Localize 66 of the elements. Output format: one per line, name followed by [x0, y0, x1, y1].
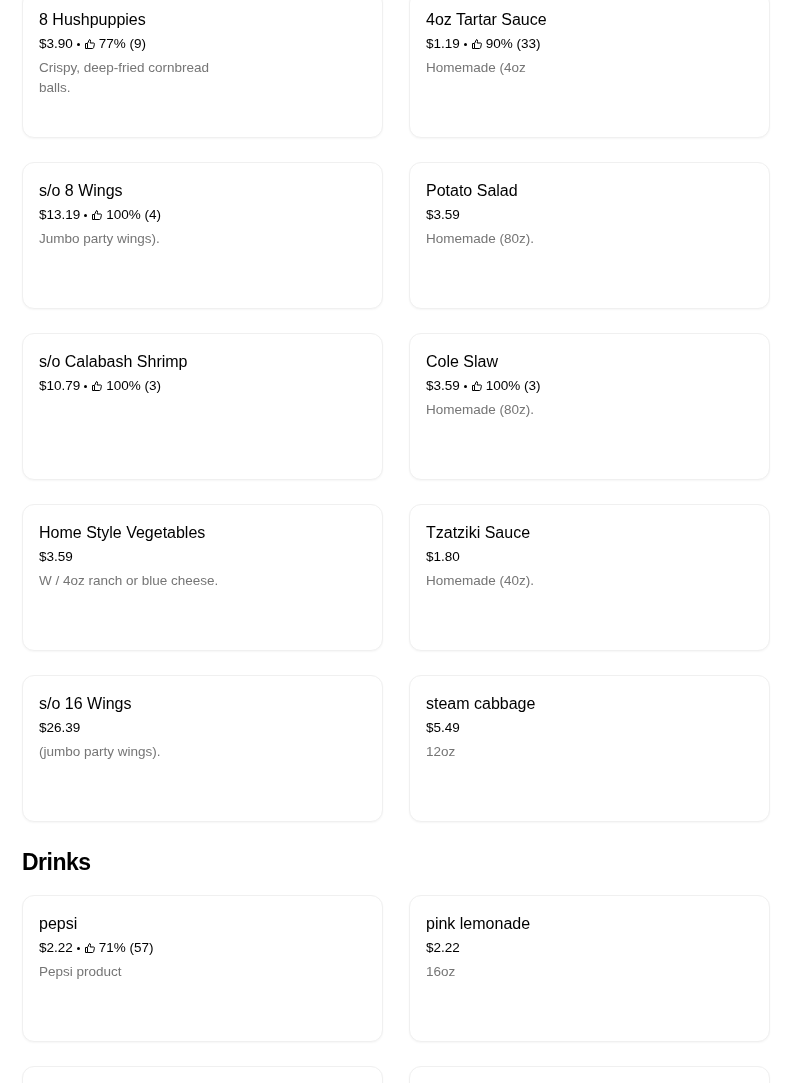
item-price: $1.19 — [426, 35, 460, 53]
item-name: 4oz Tartar Sauce — [426, 10, 548, 30]
item-name: Potato Salad — [426, 181, 519, 201]
thumbs-up-icon — [91, 209, 104, 221]
item-name: Tzatziki Sauce — [426, 523, 532, 543]
item-description: Homemade (40z). — [426, 572, 536, 590]
item-name: pepsi — [39, 914, 79, 934]
item-rating: 100% (3) — [106, 377, 162, 395]
menu-item-card[interactable]: pepsi $2.22 71% (57) Pepsi product — [22, 895, 383, 1042]
item-price: $26.39 — [39, 719, 81, 737]
menu-item-card[interactable]: Home Style Vegetables $3.59 W / 4oz ranch or blue cheese. — [22, 504, 383, 651]
thumbs-up-icon — [470, 380, 483, 392]
item-rating: 100% (3) — [485, 377, 541, 395]
thumbs-up-icon — [83, 942, 96, 954]
item-price: $2.22 — [426, 939, 460, 957]
item-price: $13.19 — [39, 206, 81, 224]
menu-item-card[interactable]: s/o Calabash Shrimp $10.79 100% (3) — [22, 333, 383, 480]
item-price: $5.49 — [426, 719, 460, 737]
item-price: $2.22 — [39, 939, 73, 957]
item-description: Homemade (80z). — [426, 401, 536, 419]
menu-item-card[interactable]: s/o 8 Wings $13.19 100% (4) Jumbo party wings). — [22, 162, 383, 309]
item-price: $10.79 — [39, 377, 81, 395]
menu-item-card[interactable]: steam cabbage $5.49 12oz — [409, 675, 770, 822]
item-description: Jumbo party wings). — [39, 230, 161, 248]
thumbs-up-icon — [91, 380, 104, 392]
item-description: 16oz — [426, 963, 457, 981]
item-description: 12oz — [426, 743, 457, 761]
menu-item-card[interactable]: 4oz Tartar Sauce $1.19 90% (33) Homemade (4oz — [409, 0, 770, 138]
separator-dot — [76, 946, 80, 950]
item-name: Cole Slaw — [426, 352, 500, 372]
item-name: s/o 8 Wings — [39, 181, 124, 201]
item-name: s/o 16 Wings — [39, 694, 133, 714]
item-description: W / 4oz ranch or blue cheese. — [39, 572, 220, 590]
item-description: Homemade (4oz — [426, 59, 527, 77]
menu-item-card[interactable]: Tzatziki Sauce $1.80 Homemade (40z). — [409, 504, 770, 651]
separator-dot — [76, 42, 80, 46]
item-name: 8 Hushpuppies — [39, 10, 147, 30]
item-rating: 77% (9) — [98, 35, 147, 53]
separator-dot — [463, 384, 467, 388]
separator-dot — [84, 213, 88, 217]
item-description: (jumbo party wings). — [39, 743, 162, 761]
item-rating: 71% (57) — [98, 939, 154, 957]
item-name: s/o Calabash Shrimp — [39, 352, 189, 372]
thumbs-up-icon — [470, 38, 483, 50]
item-price: $1.80 — [426, 548, 460, 566]
item-rating: 100% (4) — [106, 206, 162, 224]
separator-dot — [463, 42, 467, 46]
item-name: steam cabbage — [426, 694, 537, 714]
separator-dot — [84, 384, 88, 388]
item-description: Crispy, deep-fried cornbread balls. — [39, 59, 211, 97]
menu-item-card[interactable]: pink lemonade $2.22 16oz — [409, 895, 770, 1042]
section-heading: Drinks — [22, 849, 92, 876]
item-rating: 90% (33) — [485, 35, 541, 53]
item-name: pink lemonade — [426, 914, 532, 934]
menu-item-card[interactable]: s/o 16 Wings $26.39 (jumbo party wings). — [22, 675, 383, 822]
menu-item-card[interactable]: Potato Salad $3.59 Homemade (80z). — [409, 162, 770, 309]
menu-item-card[interactable]: 8 Hushpuppies $3.90 77% (9) Crispy, deep-fried cornbread balls. — [22, 0, 383, 138]
item-price: $3.59 — [39, 548, 73, 566]
item-description: Pepsi product — [39, 963, 123, 981]
menu-item-card[interactable]: Cole Slaw $3.59 100% (3) Homemade (80z). — [409, 333, 770, 480]
item-price: $3.59 — [426, 377, 460, 395]
item-name: Home Style Vegetables — [39, 523, 207, 543]
item-price: $3.90 — [39, 35, 73, 53]
item-description: Homemade (80z). — [426, 230, 536, 248]
item-price: $3.59 — [426, 206, 460, 224]
thumbs-up-icon — [83, 38, 96, 50]
